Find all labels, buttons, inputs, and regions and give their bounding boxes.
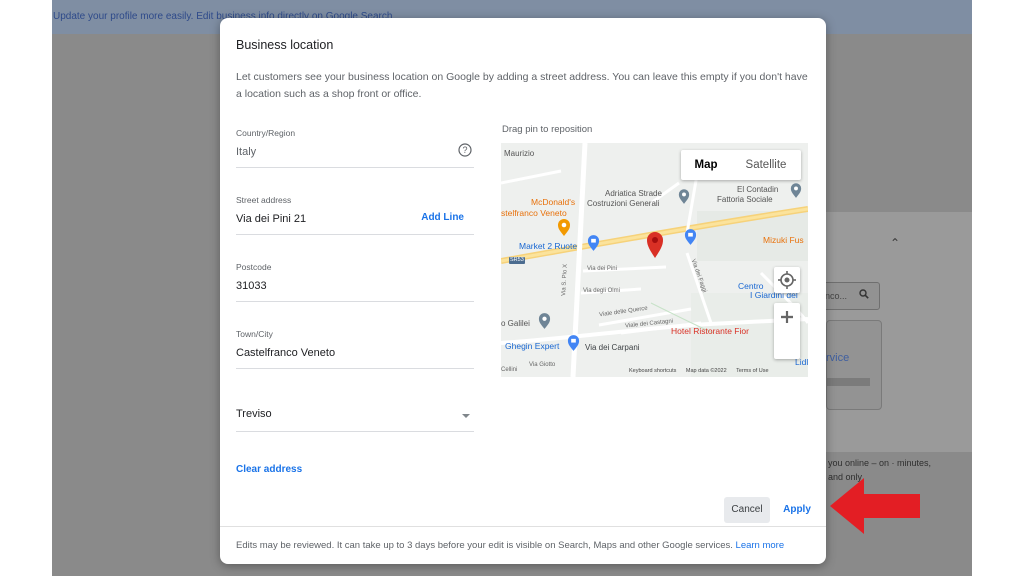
street-input[interactable]: Via dei Pini 21 Add Line [236, 207, 474, 235]
map-data-text: Map data ©2022 [685, 368, 727, 374]
map-label-adriatica: Adriatica Strade [605, 189, 662, 198]
map-label-el-contadin: El Contadin [737, 185, 779, 194]
apply-button[interactable]: Apply [776, 497, 818, 523]
town-input[interactable]: Castelfranco Veneto [236, 341, 474, 369]
svg-text:?: ? [462, 145, 467, 155]
learn-more-link[interactable]: Learn more [736, 540, 785, 551]
clear-address-link[interactable]: Clear address [236, 464, 302, 475]
background-bar [826, 378, 870, 386]
business-pin-icon [678, 189, 690, 204]
map-label-galilei: o Galilei [501, 319, 530, 328]
satellite-toggle-button[interactable]: Satellite [731, 150, 801, 180]
zoom-out-icon[interactable] [774, 303, 800, 331]
shop-pin-icon-2 [684, 229, 697, 245]
background-card-text: rvice [826, 352, 850, 364]
school-pin-icon [538, 313, 551, 329]
town-label: Town/City [236, 329, 273, 339]
map-type-toggle[interactable]: Map Satellite [681, 150, 801, 180]
dialog-description: Let customers see your business location… [236, 71, 808, 100]
background-search-text: nco... [825, 291, 848, 301]
footer-divider [220, 526, 826, 527]
map-label-sr53: SR53 [510, 257, 524, 263]
country-value[interactable]: Italy ? [236, 140, 474, 168]
map-label-market: Market 2 Ruote [519, 241, 578, 251]
business-location-dialog: Business location Let customers see your… [220, 18, 826, 564]
country-label: Country/Region [236, 128, 296, 138]
country-text: Italy [236, 146, 257, 158]
map-view[interactable]: Maurizio McDonald's stelfranco Veneto Ad… [501, 143, 808, 377]
province-field[interactable]: Treviso [236, 402, 474, 432]
map-footer: Keyboard shortcuts Map data ©2022 Terms … [629, 368, 777, 374]
dialog-title: Business location [236, 38, 334, 52]
terms-link[interactable]: Terms of Use [736, 368, 768, 374]
restaurant-pin-icon [558, 219, 570, 236]
zoom-controls[interactable] [774, 303, 800, 359]
town-field[interactable]: Town/City Castelfranco Veneto [236, 329, 474, 369]
chevron-up-icon: ⌃ [890, 236, 901, 250]
country-field[interactable]: Country/Region Italy ? [236, 128, 474, 168]
postcode-input[interactable]: 31033 [236, 274, 474, 302]
map-toggle-button[interactable]: Map [681, 150, 731, 180]
farm-pin-icon [790, 183, 802, 198]
map-label-mizuki: Mizuki Fus [763, 235, 804, 245]
map-label-via-olmi: Via degli Olmi [583, 288, 620, 294]
search-icon [859, 289, 869, 299]
footer-note: Edits may be reviewed. It can take up to… [236, 540, 784, 551]
map-label-costruzioni: Costruzioni Generali [587, 199, 660, 208]
map-label-fattoria: Fattoria Sociale [717, 195, 773, 204]
drag-pin-label: Drag pin to reposition [502, 124, 593, 135]
crosshair-icon [778, 271, 796, 289]
province-select[interactable]: Treviso [236, 402, 474, 432]
map-label-via-carpani: Via dei Carpani [585, 343, 640, 352]
store-pin-icon [567, 335, 580, 351]
province-text: Treviso [236, 408, 272, 420]
map-label-ghegin: Ghegin Expert [505, 341, 560, 351]
postcode-label: Postcode [236, 262, 272, 272]
my-location-button[interactable] [774, 267, 800, 293]
map-label-mcdonalds: McDonald's [531, 197, 576, 207]
keyboard-shortcuts-link[interactable]: Keyboard shortcuts [629, 368, 676, 374]
cancel-button[interactable]: Cancel [724, 497, 770, 523]
street-text: Via dei Pini 21 [236, 213, 307, 225]
map-label-maurizio: Maurizio [504, 149, 535, 158]
map-label-via-pini: Via dei Pini [587, 266, 617, 272]
postcode-field[interactable]: Postcode 31033 [236, 262, 474, 302]
map-label-via-giotto: Via Giotto [529, 362, 556, 368]
help-icon[interactable]: ? [458, 143, 472, 157]
map-label-cellini: Cellini [501, 367, 518, 373]
red-arrow-annotation [830, 478, 920, 534]
add-line-button[interactable]: Add Line [421, 212, 464, 223]
street-label: Street address [236, 195, 292, 205]
page-frame: Update your profile more easily. Edit bu… [0, 0, 1024, 576]
location-pin-icon[interactable] [646, 231, 664, 259]
dropdown-arrow-icon [462, 414, 470, 418]
map-label-hotel: Hotel Ristorante Fior [671, 326, 749, 336]
street-field[interactable]: Street address Via dei Pini 21 Add Line [236, 195, 474, 235]
background-card [826, 320, 882, 410]
shop-pin-icon [587, 235, 600, 251]
map-label-castelfranco: stelfranco Veneto [501, 208, 567, 218]
footer-note-text: Edits may be reviewed. It can take up to… [236, 540, 733, 551]
